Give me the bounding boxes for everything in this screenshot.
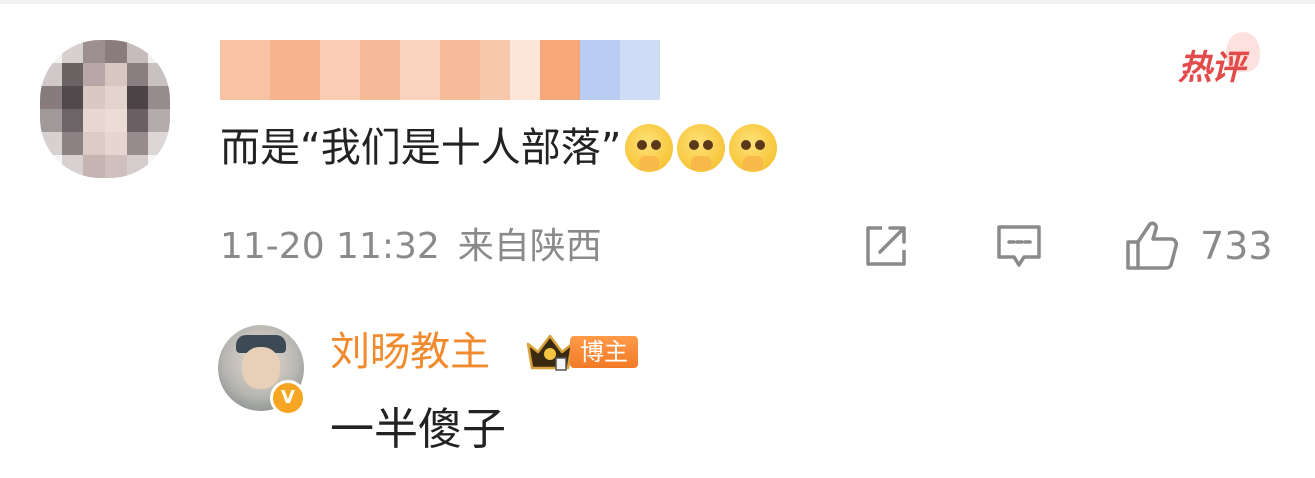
reply-text: 一半傻子 [330,404,506,455]
pray-emoji-icon [625,124,674,172]
comment-icon [997,225,1041,267]
like-button[interactable]: 733 [1124,218,1273,274]
commenter-name-blurred[interactable] [220,40,660,100]
comment-meta: 11-20 11:32 来自陕西 [220,220,602,274]
top-divider [0,0,1315,4]
comment-location: 来自陕西 [457,226,602,267]
like-count: 733 [1200,224,1273,268]
reply-author-name[interactable]: 刘旸教主 [330,322,490,382]
commenter-avatar[interactable] [40,40,170,178]
share-icon [866,226,906,266]
verified-badge-icon: V [270,380,306,416]
comment-body: 而是“我们是十人部落” [220,116,778,180]
comment-time: 11-20 11:32 [220,226,440,267]
comment-button[interactable] [994,218,1044,274]
comment-text: 而是“我们是十人部落” [220,125,622,171]
blogger-badge: 博主 [570,336,638,368]
hot-comment-badge: 热评 [1178,32,1262,96]
share-button[interactable] [862,218,910,274]
pray-emoji-icon [677,124,726,172]
pray-emoji-icon [729,124,778,172]
thumbs-up-icon [1126,221,1178,270]
